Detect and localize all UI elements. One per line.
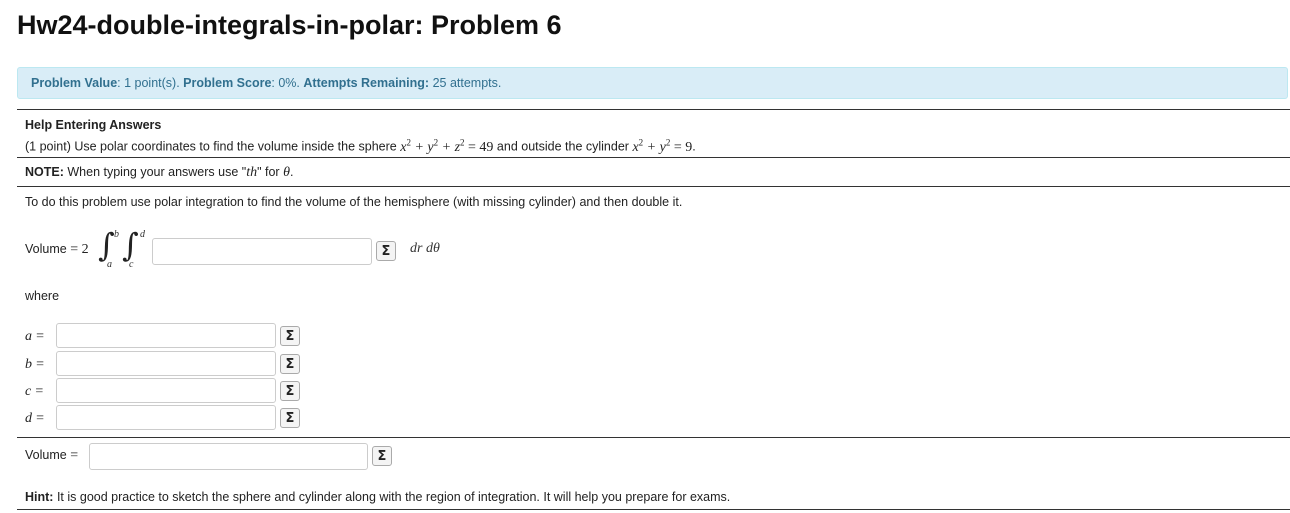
note-th: th <box>246 165 258 180</box>
equation-editor-icon[interactable]: Σ <box>280 354 300 374</box>
attempts-label: Attempts Remaining: <box>303 76 430 90</box>
help-entering-answers-link[interactable]: Help Entering Answers <box>25 118 161 132</box>
where-label: where <box>25 289 60 303</box>
equation-editor-icon[interactable]: Σ <box>376 241 396 261</box>
var-c: c <box>25 384 32 399</box>
attempts-text: 25 attempts. <box>432 76 502 90</box>
page-title: Hw24-double-integrals-in-polar: Problem … <box>17 10 562 40</box>
equation-editor-icon[interactable]: Σ <box>280 408 300 428</box>
limit-d-input[interactable] <box>56 405 276 430</box>
note-label: NOTE: <box>25 165 64 179</box>
limit-b-input[interactable] <box>56 351 276 376</box>
hint-label: Hint: <box>25 490 54 504</box>
equation-editor-icon[interactable]: Σ <box>280 381 300 401</box>
problem-value-text: : 1 point(s). <box>117 76 180 90</box>
upper-limit-d: d <box>140 229 145 240</box>
limit-d-label: d = <box>25 411 45 426</box>
var-b: b <box>25 357 32 372</box>
limit-c-label: c = <box>25 384 44 399</box>
statement-end: . <box>692 139 696 154</box>
equals-sign: = <box>70 448 79 463</box>
lower-limit-c: c <box>129 259 134 270</box>
note-end: . <box>289 165 294 179</box>
limit-a-label: a = <box>25 329 45 344</box>
instruction: To do this problem use polar integration… <box>25 195 683 209</box>
limit-c-input[interactable] <box>56 378 276 403</box>
problem-score-text: : 0%. <box>271 76 300 90</box>
divider <box>17 157 1290 158</box>
hint: Hint: It is good practice to sketch the … <box>25 490 730 504</box>
coefficient: 2 <box>81 242 89 257</box>
statement-prefix: (1 point) Use polar coordinates to find … <box>25 139 397 154</box>
differentials: dr dθ <box>410 241 440 256</box>
note-mid: " for <box>257 165 280 179</box>
problem-score-label: Problem Score <box>183 76 272 90</box>
divider <box>17 109 1290 110</box>
final-volume-label: Volume <box>25 448 67 462</box>
note-theta: θ <box>283 165 290 180</box>
divider <box>17 437 1290 438</box>
upper-limit-b: b <box>114 229 119 240</box>
volume-input[interactable] <box>89 443 368 470</box>
note: NOTE: When typing your answers use "th" … <box>25 165 293 181</box>
limit-b-label: b = <box>25 357 45 372</box>
problem-statement: (1 point) Use polar coordinates to find … <box>25 137 696 156</box>
hint-text: It is good practice to sketch the sphere… <box>56 490 731 504</box>
problem-info-bar: Problem Value: 1 point(s). Problem Score… <box>17 67 1288 99</box>
statement-mid: and outside the cylinder <box>496 139 629 154</box>
lower-limit-a: a <box>107 259 112 270</box>
divider <box>17 186 1290 187</box>
problem-value-label: Problem Value <box>31 76 118 90</box>
var-a: a <box>25 329 32 344</box>
var-d: d <box>25 411 32 426</box>
divider <box>17 509 1290 510</box>
cylinder-equation: x2 + y2 = 9 <box>632 137 693 155</box>
volume-label: Volume <box>25 242 67 256</box>
limit-a-input[interactable] <box>56 323 276 348</box>
equals-sign: = <box>70 242 79 257</box>
equation-editor-icon[interactable]: Σ <box>372 446 392 466</box>
equation-editor-icon[interactable]: Σ <box>280 326 300 346</box>
sphere-equation: x2 + y2 + z2 = 49 <box>400 137 494 155</box>
note-text: When typing your answers use " <box>67 165 247 179</box>
integrand-input[interactable] <box>152 238 372 265</box>
